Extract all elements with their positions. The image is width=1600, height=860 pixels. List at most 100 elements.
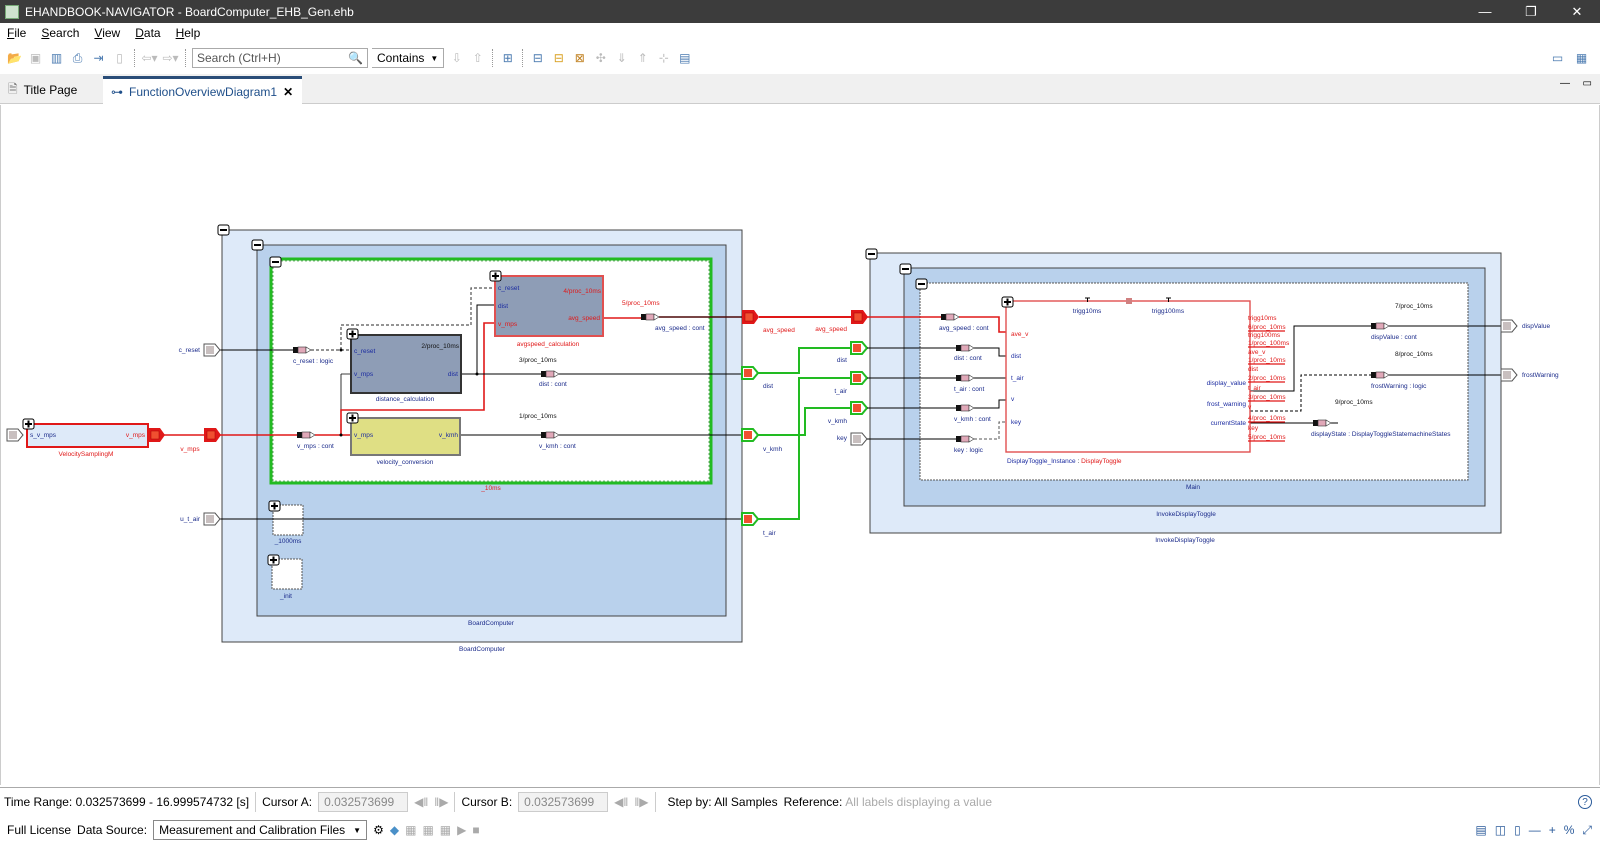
grid2-icon[interactable]: ▦ <box>440 823 451 837</box>
expand-icon[interactable] <box>267 554 280 566</box>
label-values-icon[interactable]: ⊟ <box>550 50 567 67</box>
cursor-b-input[interactable]: 0.032573699 <box>518 791 609 812</box>
pdf-icon[interactable]: ▯ <box>111 50 128 67</box>
distance-calculation-block[interactable]: c_reset v_mps 2/proc_10ms dist distance_… <box>346 328 462 403</box>
step-forward-icon[interactable]: ‖▶ <box>634 795 648 809</box>
help-icon[interactable]: ? <box>1578 794 1592 809</box>
output-port-t-air[interactable] <box>741 512 759 526</box>
diagram-structure-icon[interactable]: ⊞ <box>499 50 516 67</box>
menu-data[interactable]: Data <box>128 26 168 40</box>
expand-icon[interactable] <box>346 412 359 424</box>
collapse-icon[interactable] <box>899 263 912 275</box>
data-source-dropdown[interactable]: Measurement and Calibration Files ▼ <box>153 820 368 840</box>
layers-icon[interactable]: ◆ <box>390 823 399 837</box>
collapse-icon[interactable] <box>865 248 878 260</box>
expand-icon[interactable] <box>1001 296 1014 308</box>
close-window-button[interactable]: ✕ <box>1554 0 1600 23</box>
input-port-v-mps[interactable] <box>203 427 222 443</box>
export-icon[interactable]: ⇥ <box>90 50 107 67</box>
collapse-icon[interactable] <box>915 278 928 290</box>
zoom-out-icon[interactable]: — <box>1529 823 1541 838</box>
output-port-dist[interactable] <box>741 366 759 380</box>
window-icon[interactable]: ▤ <box>676 50 693 67</box>
trace-up-icon[interactable]: ⇑ <box>634 50 651 67</box>
perspective-icon[interactable]: ▦ <box>1573 50 1590 67</box>
output-port-avg-speed[interactable] <box>741 309 760 325</box>
layout-list-icon[interactable]: ▤ <box>1475 823 1486 838</box>
tab-function-overview[interactable]: ⊶ FunctionOverviewDiagram1 ✕ <box>103 76 302 104</box>
notes-icon[interactable]: ▥ <box>48 50 65 67</box>
fit-icon[interactable]: ⤢ <box>1582 823 1592 838</box>
output-port-v-kmh[interactable] <box>741 428 759 442</box>
trace-clear-icon[interactable]: ⊹ <box>655 50 672 67</box>
expand-icon[interactable] <box>346 328 359 340</box>
menu-view[interactable]: View <box>87 26 128 40</box>
clear-values-icon[interactable]: ⊠ <box>571 50 588 67</box>
expand-icon[interactable] <box>22 418 35 430</box>
reference-value[interactable]: All labels displaying a value <box>845 795 992 809</box>
show-labels-icon[interactable]: ⊟ <box>529 50 546 67</box>
step-forward-icon[interactable]: ‖▶ <box>434 795 448 809</box>
task-1000ms[interactable]: _1000ms <box>268 500 304 545</box>
input-port-key[interactable] <box>850 432 868 446</box>
signal-label: frostWarning : logic <box>1371 383 1427 390</box>
close-tab-icon[interactable]: ✕ <box>283 85 293 99</box>
function-overview-diagram[interactable]: BoardComputer BoardComputer _10ms _1000m… <box>0 105 1600 785</box>
output-port-frost-warning[interactable] <box>1500 368 1518 382</box>
input-port-t-air[interactable] <box>850 371 868 385</box>
grid-icon[interactable]: ▦ <box>422 823 433 837</box>
next-result-icon[interactable]: ⇩ <box>448 50 465 67</box>
output-port-v-mps[interactable] <box>147 427 166 443</box>
step-back-icon[interactable]: ◀‖ <box>414 795 428 809</box>
side-label: 1/proc_10ms <box>1248 357 1286 364</box>
menu-file[interactable]: File <box>0 26 34 40</box>
print-icon[interactable]: ⎙ <box>69 50 86 67</box>
chart-icon[interactable]: ▭ <box>1549 50 1566 67</box>
match-mode-dropdown[interactable]: Contains ▼ <box>372 48 445 68</box>
search-input[interactable]: Search (Ctrl+H) 🔍 <box>192 48 368 68</box>
menu-search[interactable]: Search <box>34 26 87 40</box>
tab-title-page[interactable]: 🗎 Title Page <box>0 76 85 104</box>
play-icon[interactable]: ▶ <box>457 823 466 837</box>
input-port-s-v-mps[interactable] <box>6 428 24 442</box>
restore-button[interactable]: ❐ <box>1508 0 1554 23</box>
open-icon[interactable]: 📂 <box>6 50 23 67</box>
input-port-v-kmh[interactable] <box>850 401 868 415</box>
side-label: 1/proc_100ms <box>1248 340 1290 347</box>
input-port-c-reset[interactable] <box>203 343 221 357</box>
zoom-in-icon[interactable]: + <box>1549 823 1556 838</box>
expand-icon[interactable] <box>489 270 502 282</box>
search-icon[interactable]: 🔍 <box>348 51 367 65</box>
layout-split-icon[interactable]: ◫ <box>1495 823 1506 838</box>
back-icon[interactable]: ⇦▾ <box>141 50 158 67</box>
forward-icon[interactable]: ⇨▾ <box>162 50 179 67</box>
display-toggle-instance[interactable]: ave_v dist t_air v key trigg10ms trigg10… <box>1001 296 1251 465</box>
step-back-icon[interactable]: ◀‖ <box>614 795 628 809</box>
menu-help[interactable]: Help <box>169 26 209 40</box>
minimize-button[interactable]: — <box>1462 0 1508 23</box>
cursor-a-input[interactable]: 0.032573699 <box>318 791 409 812</box>
step-by[interactable]: Step by: All Samples <box>668 795 778 809</box>
maximize-view-icon[interactable]: ▭ <box>1583 78 1592 89</box>
trace-icon[interactable]: ✣ <box>592 50 609 67</box>
toolbar: 📂 ▣ ▥ ⎙ ⇥ ▯ ⇦▾ ⇨▾ Search (Ctrl+H) 🔍 Conta… <box>0 44 1600 72</box>
stop-icon[interactable]: ■ <box>472 823 479 837</box>
settings-icon[interactable]: ⚙ <box>373 823 384 837</box>
expand-icon[interactable] <box>268 500 281 512</box>
collapse-icon[interactable] <box>217 224 230 236</box>
velocity-sampling-block[interactable]: s_v_mps v_mps VelocitySamplingM <box>22 418 149 458</box>
input-port-dist[interactable] <box>850 341 868 355</box>
avgspeed-calculation-block[interactable]: c_reset dist v_mps 4/proc_10ms avg_speed… <box>489 270 604 348</box>
input-port-avg-speed[interactable] <box>850 309 869 325</box>
trace-down-icon[interactable]: ⇓ <box>613 50 630 67</box>
import-icon[interactable]: ▦ <box>405 823 416 837</box>
zoom-100-icon[interactable]: % <box>1564 823 1575 838</box>
collapse-icon[interactable] <box>251 239 264 251</box>
prev-result-icon[interactable]: ⇧ <box>469 50 486 67</box>
minimize-view-icon[interactable]: — <box>1560 78 1570 89</box>
collapse-icon[interactable] <box>269 256 282 268</box>
input-port-u-t-air[interactable] <box>203 512 221 526</box>
output-port-disp-value[interactable] <box>1500 319 1518 333</box>
save-icon[interactable]: ▣ <box>27 50 44 67</box>
layout-doc-icon[interactable]: ▯ <box>1514 823 1521 838</box>
